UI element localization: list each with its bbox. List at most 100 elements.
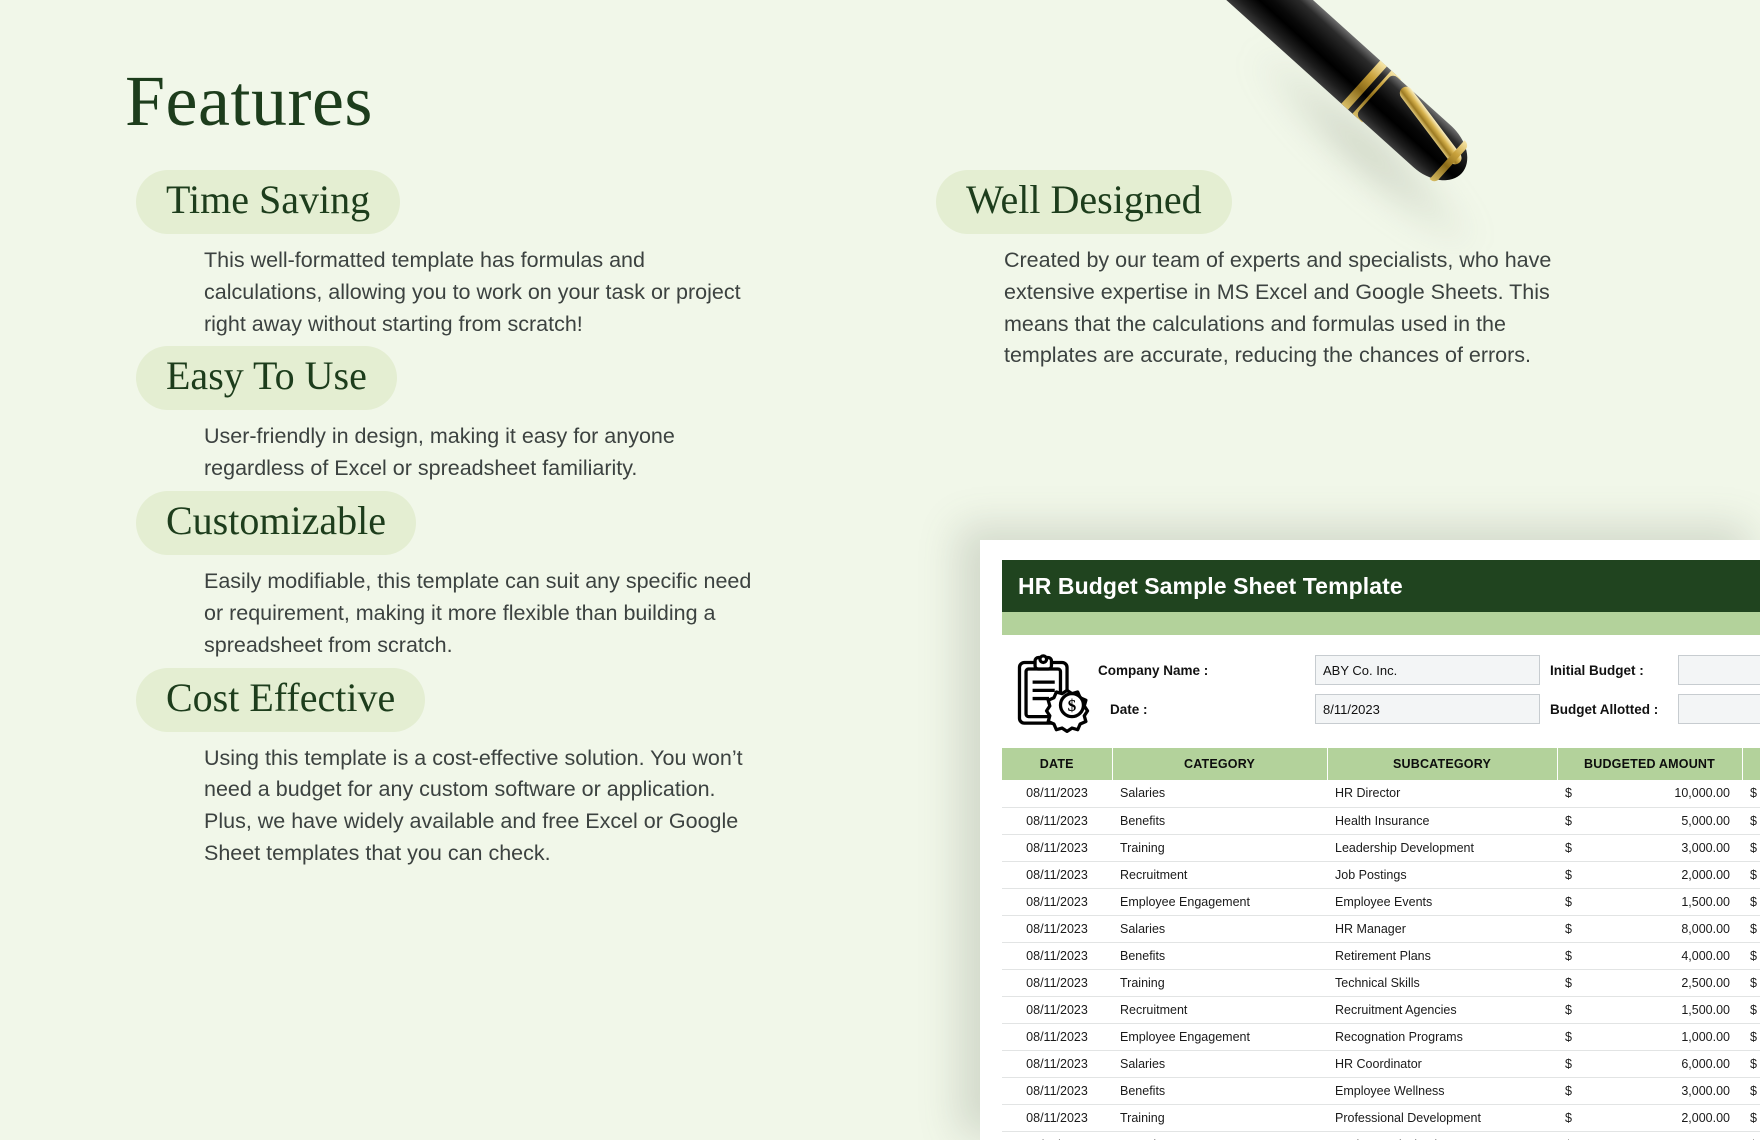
cell-date: 08/11/2023	[1002, 1077, 1112, 1105]
table-row[interactable]: 08/11/2023 Training Leadership Development…	[1002, 834, 1760, 862]
cell-date: 08/11/2023	[1002, 996, 1112, 1024]
features-page: Features Time Saving This well-formatted…	[0, 0, 1760, 1140]
table-row[interactable]: 08/11/2023 Salaries HR Manager $8,000.00 $	[1002, 915, 1760, 943]
feature-description: This well-formatted template has formula…	[204, 248, 741, 336]
initial-budget-input[interactable]	[1678, 655, 1760, 685]
table-row[interactable]: 08/11/2023 Benefits Retirement Plans $4,000…	[1002, 942, 1760, 970]
cell-budgeted-amount: $1,000.00	[1557, 1131, 1742, 1140]
cell-date: 08/11/2023	[1002, 969, 1112, 997]
feature-description: Using this template is a cost-effective …	[204, 745, 743, 865]
column-header-date[interactable]: DATE	[1002, 748, 1113, 780]
cell-subcategory: HR Coordinator	[1327, 1050, 1557, 1078]
cell-actual-amount: $	[1742, 780, 1760, 808]
feature-cost-effective: Cost Effective Using this template is a …	[136, 667, 776, 870]
cell-date: 08/11/2023	[1002, 1023, 1112, 1051]
budget-table-body: 08/11/2023 Salaries HR Director $10,000.00 $…	[1002, 780, 1760, 1140]
cell-date: 08/11/2023	[1002, 1050, 1112, 1078]
cell-category: Recruitment	[1112, 996, 1327, 1024]
cell-budgeted-amount: $6,000.00	[1557, 1050, 1742, 1078]
cell-category: Salaries	[1112, 915, 1327, 943]
cell-actual-amount: $	[1742, 915, 1760, 943]
table-row[interactable]: 08/11/2023 Employee Engagement Recognation…	[1002, 1023, 1760, 1051]
cell-subcategory: Employee Events	[1327, 888, 1557, 916]
pen-gold-ring	[1341, 60, 1387, 110]
cell-actual-amount: $	[1742, 1104, 1760, 1132]
cell-budgeted-amount: $1,500.00	[1557, 996, 1742, 1024]
cell-subcategory: Professional Development	[1327, 1104, 1557, 1132]
table-row[interactable]: 08/11/2023 Benefits Health Insurance $5,000…	[1002, 807, 1760, 835]
cell-category: Recruitment	[1112, 1131, 1327, 1140]
table-header-row: DATE CATEGORY SUBCATEGORY BUDGETED AMOUN…	[1002, 748, 1760, 780]
column-header-subcategory[interactable]: SUBCATEGORY	[1327, 748, 1558, 780]
table-row[interactable]: 08/11/2023 Salaries HR Coordinator $6,000.0…	[1002, 1050, 1760, 1078]
cell-budgeted-amount: $2,000.00	[1557, 861, 1742, 889]
clipboard-money-icon: $	[1002, 649, 1090, 738]
feature-description: Created by our team of experts and speci…	[1004, 248, 1552, 368]
table-row[interactable]: 08/11/2023 Salaries HR Director $10,000.00 $	[1002, 780, 1760, 808]
company-name-input[interactable]: ABY Co. Inc.	[1315, 655, 1540, 685]
cell-category: Recruitment	[1112, 861, 1327, 889]
table-row[interactable]: 08/11/2023RecruitmentBackground Checks$1…	[1002, 1131, 1760, 1140]
cell-actual-amount: $	[1742, 807, 1760, 835]
cell-budgeted-amount: $4,000.00	[1557, 942, 1742, 970]
cell-subcategory: HR Director	[1327, 780, 1557, 808]
table-row[interactable]: 08/11/2023 Recruitment Job Postings $2,000.…	[1002, 861, 1760, 889]
cell-category: Training	[1112, 1104, 1327, 1132]
column-header-actual[interactable]: AC	[1742, 748, 1760, 780]
budget-table: DATE CATEGORY SUBCATEGORY BUDGETED AMOUN…	[1002, 748, 1760, 1140]
cell-actual-amount: $	[1742, 1023, 1760, 1051]
cell-category: Benefits	[1112, 1077, 1327, 1105]
cell-date: 08/11/2023	[1002, 780, 1112, 808]
cell-actual-amount: $	[1742, 834, 1760, 862]
cell-date: 08/11/2023	[1002, 915, 1112, 943]
date-label: Date :	[1110, 701, 1148, 717]
feature-time-saving: Time Saving This well-formatted template…	[136, 170, 776, 340]
cell-actual-amount: $	[1742, 861, 1760, 889]
cell-category: Training	[1112, 969, 1327, 997]
cell-subcategory: Employee Wellness	[1327, 1077, 1557, 1105]
cell-category: Employee Engagement	[1112, 888, 1327, 916]
features-right-column: Well Designed Created by our team of exp…	[936, 170, 1556, 378]
cell-budgeted-amount: $3,000.00	[1557, 1077, 1742, 1105]
pen-gold-clip	[1397, 84, 1465, 167]
cell-date: 08/11/2023	[1002, 807, 1112, 835]
cell-actual-amount: $	[1742, 969, 1760, 997]
cell-category: Training	[1112, 834, 1327, 862]
table-row[interactable]: 08/11/2023 Recruitment Recruitment Agencie…	[1002, 996, 1760, 1024]
spreadsheet-accent-bar	[1002, 612, 1760, 635]
cell-subcategory: Job Postings	[1327, 861, 1557, 889]
column-header-budgeted[interactable]: BUDGETED AMOUNT	[1557, 748, 1743, 780]
column-header-category[interactable]: CATEGORY	[1112, 748, 1328, 780]
feature-label: Time Saving	[136, 170, 401, 234]
table-row[interactable]: 08/11/2023 Training Technical Skills $2,500…	[1002, 969, 1760, 997]
cell-date: 08/11/2023	[1002, 888, 1112, 916]
cell-actual-amount: $	[1742, 942, 1760, 970]
pen-graphic	[1169, 0, 1481, 194]
cell-budgeted-amount: $1,000.00	[1557, 1023, 1742, 1051]
date-input[interactable]: 8/11/2023	[1315, 694, 1540, 724]
cell-budgeted-amount: $10,000.00	[1557, 780, 1742, 808]
cell-budgeted-amount: $2,500.00	[1557, 969, 1742, 997]
cell-subcategory: Recognation Programs	[1327, 1023, 1557, 1051]
budget-allotted-input[interactable]	[1678, 694, 1760, 724]
cell-actual-amount: $	[1742, 996, 1760, 1024]
table-row[interactable]: 08/11/2023 Employee Engagement Employee Ev…	[1002, 888, 1760, 916]
spreadsheet-title: HR Budget Sample Sheet Template	[1018, 572, 1403, 599]
cell-subcategory: Leadership Development	[1327, 834, 1557, 862]
company-name-label: Company Name :	[1098, 662, 1209, 678]
pen-barrel	[1171, 0, 1397, 119]
cell-subcategory: Technical Skills	[1327, 969, 1557, 997]
table-row[interactable]: 08/11/2023 Training Professional Developme…	[1002, 1104, 1760, 1132]
cell-subcategory: HR Manager	[1327, 915, 1557, 943]
initial-budget-label: Initial Budget :	[1550, 662, 1644, 678]
cell-actual-amount: $	[1742, 1077, 1760, 1105]
page-title: Features	[125, 61, 373, 141]
cell-date: 08/11/2023	[1002, 942, 1112, 970]
table-row[interactable]: 08/11/2023 Benefits Employee Wellness $3,00…	[1002, 1077, 1760, 1105]
feature-description: User-friendly in design, making it easy …	[204, 424, 675, 481]
cell-date: 08/11/2023	[1002, 1131, 1112, 1140]
spreadsheet-preview-panel: HR Budget Sample Sheet Template $ Compan…	[980, 540, 1760, 1140]
cell-budgeted-amount: $5,000.00	[1557, 807, 1742, 835]
cell-subcategory: Background Checks	[1327, 1131, 1557, 1140]
feature-label: Easy To Use	[136, 346, 397, 411]
